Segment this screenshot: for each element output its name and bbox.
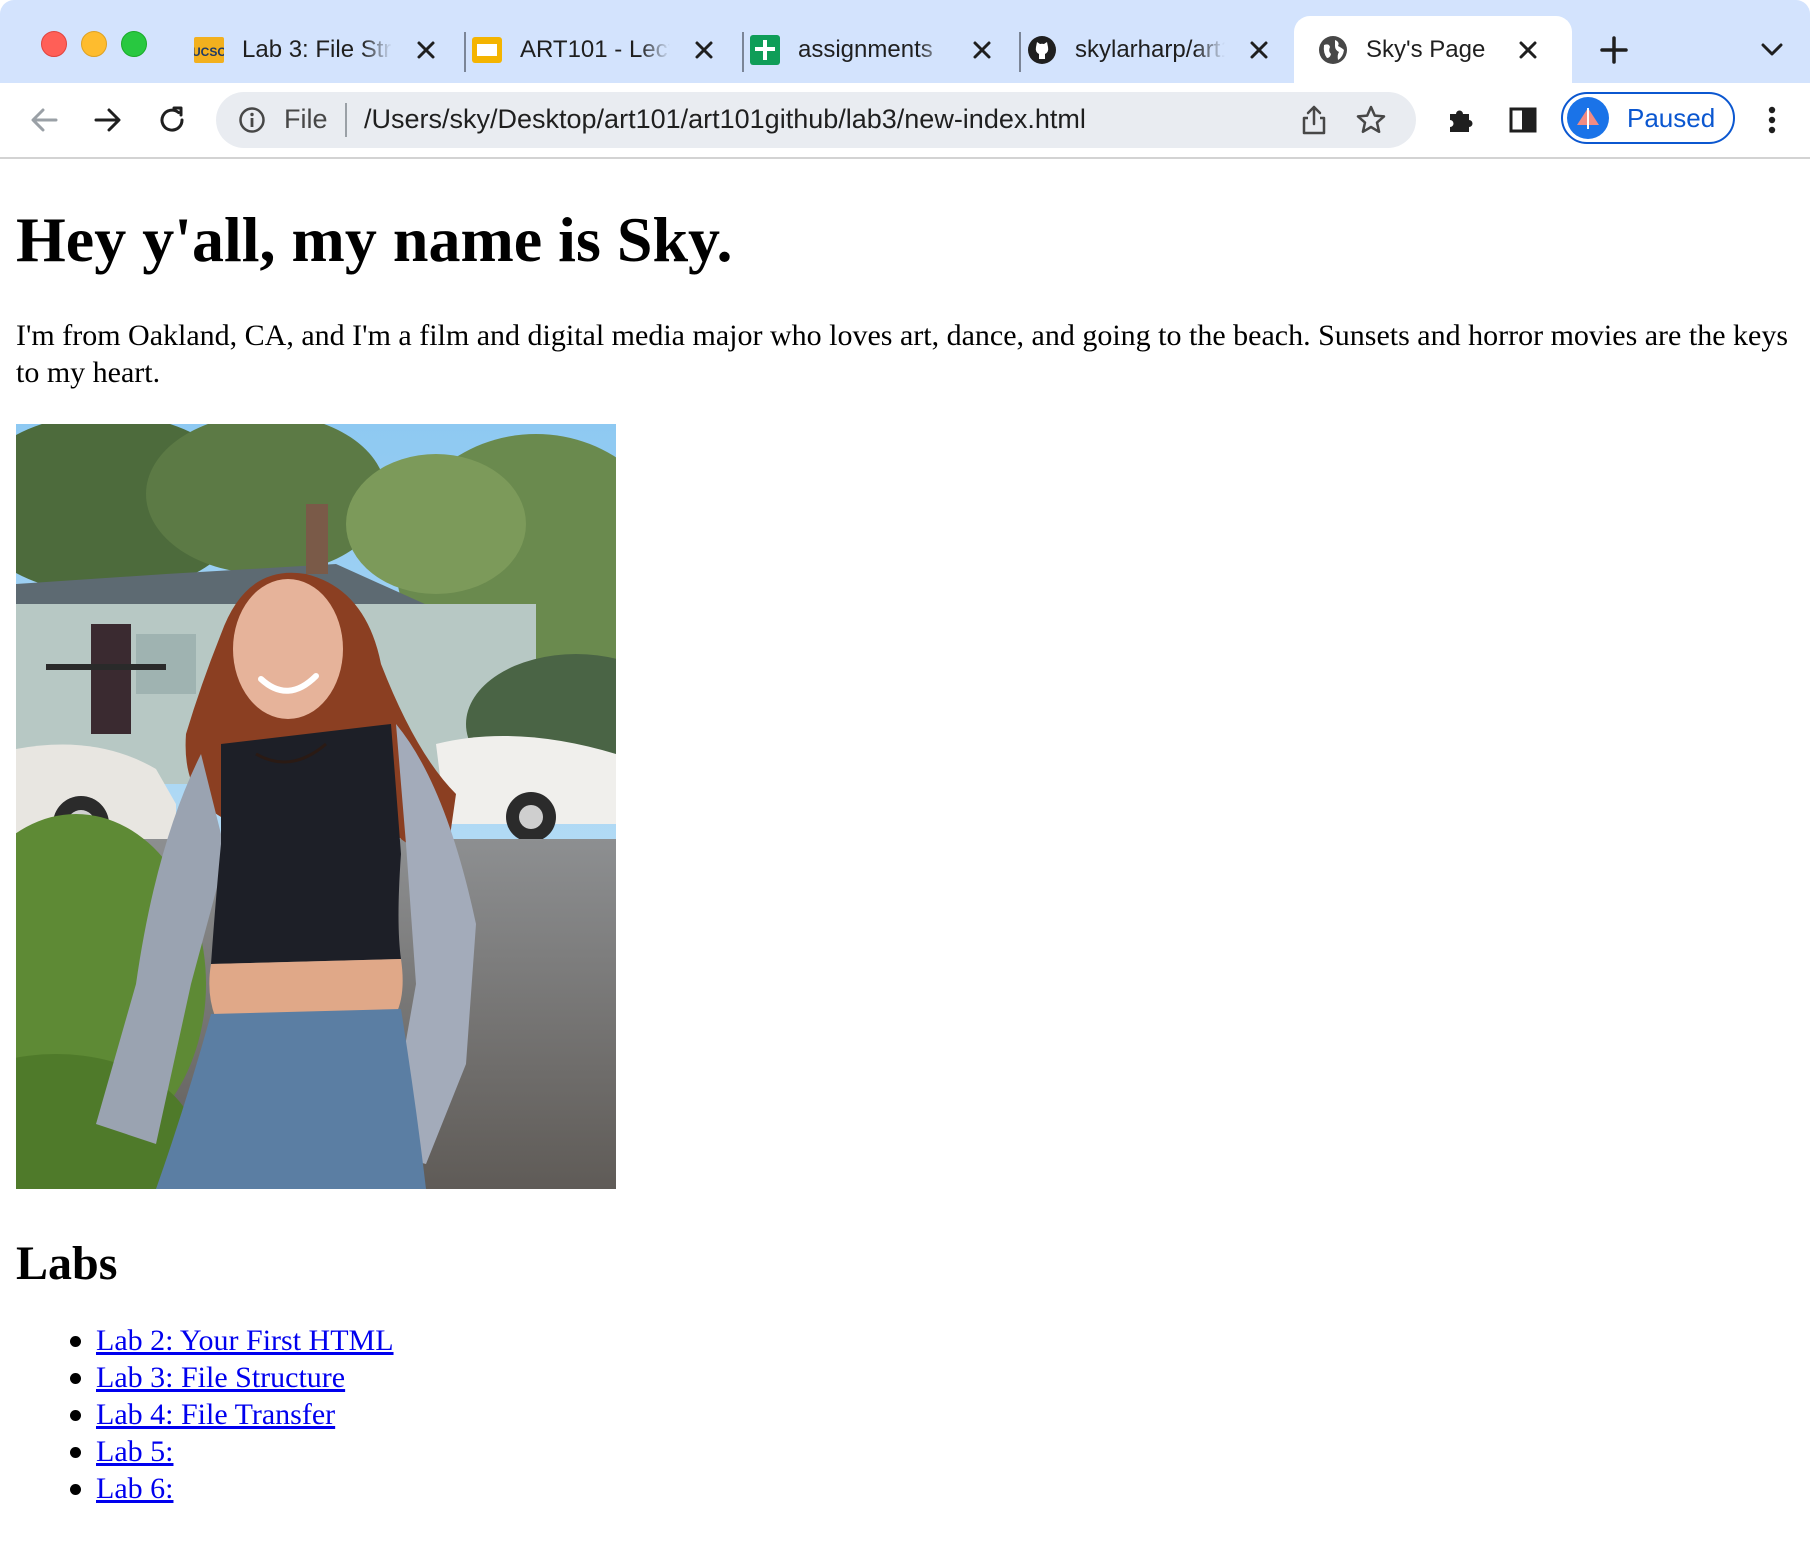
list-item: Lab 5:	[16, 1433, 394, 1470]
close-tab-icon[interactable]	[1516, 38, 1540, 62]
profile-photo	[16, 424, 616, 1189]
list-item: Lab 3: File Structure	[16, 1359, 394, 1396]
page-heading: Hey y'all, my name is Sky.	[16, 204, 733, 275]
google-slides-icon	[472, 35, 502, 65]
reload-icon[interactable]	[152, 100, 192, 140]
browser-toolbar: File /Users/sky/Desktop/art101/art101git…	[0, 83, 1810, 159]
share-icon[interactable]	[1299, 104, 1329, 136]
extensions-puzzle-icon[interactable]	[1440, 100, 1480, 140]
url-text[interactable]: /Users/sky/Desktop/art101/art101github/l…	[364, 104, 1086, 135]
tab-assignments[interactable]: assignments	[750, 16, 1012, 83]
forward-arrow-icon[interactable]	[88, 100, 128, 140]
lab-4-link[interactable]: Lab 4: File Transfer	[96, 1398, 335, 1431]
tab-title: Lab 3: File Structure	[242, 35, 392, 63]
list-item: Lab 6:	[16, 1470, 394, 1507]
bullet-icon	[70, 1373, 81, 1384]
tab-title: Sky's Page	[1366, 35, 1486, 63]
globe-icon	[1318, 35, 1348, 65]
side-panel-icon[interactable]	[1503, 100, 1543, 140]
avatar	[1567, 97, 1609, 139]
tab-separator	[1019, 32, 1021, 72]
bookmark-star-icon[interactable]	[1355, 104, 1387, 136]
close-tab-icon[interactable]	[970, 38, 994, 62]
lab-2-link[interactable]: Lab 2: Your First HTML	[96, 1324, 394, 1357]
close-tab-icon[interactable]	[692, 38, 716, 62]
profile-paused-button[interactable]: Paused	[1561, 92, 1735, 144]
lab-6-link[interactable]: Lab 6:	[96, 1472, 173, 1505]
tab-separator	[742, 32, 744, 72]
back-arrow-icon[interactable]	[24, 100, 64, 140]
bullet-icon	[70, 1484, 81, 1495]
close-tab-icon[interactable]	[414, 38, 438, 62]
bullet-icon	[70, 1447, 81, 1458]
tab-github-repo[interactable]: skylarharp/art101	[1027, 16, 1289, 83]
tab-strip: UCSC Lab 3: File Structure ART101 - Lect…	[0, 0, 1810, 83]
labs-list: Lab 2: Your First HTML Lab 3: File Struc…	[16, 1322, 394, 1507]
tab-title: skylarharp/art101	[1075, 35, 1225, 63]
tab-title: assignments	[798, 35, 933, 63]
close-tab-icon[interactable]	[1247, 38, 1271, 62]
tab-title: ART101 - Lecture	[520, 35, 670, 63]
tab-skys-page[interactable]: Sky's Page	[1294, 16, 1572, 83]
tab-art101-lecture[interactable]: ART101 - Lecture	[472, 16, 734, 83]
info-icon[interactable]	[238, 106, 266, 134]
labs-heading: Labs	[16, 1237, 118, 1290]
address-bar[interactable]: File /Users/sky/Desktop/art101/art101git…	[216, 92, 1416, 148]
tab-lab3-file-structure[interactable]: UCSC Lab 3: File Structure	[194, 16, 456, 83]
bullet-icon	[70, 1336, 81, 1347]
chevron-down-icon[interactable]	[1758, 38, 1786, 62]
ucsc-logo-icon: UCSC	[194, 35, 224, 65]
web-page: Hey y'all, my name is Sky. I'm from Oakl…	[0, 159, 1810, 1552]
tab-separator	[464, 32, 466, 72]
new-tab-icon[interactable]	[1598, 34, 1630, 66]
scheme-label: File	[284, 104, 328, 134]
list-item: Lab 4: File Transfer	[16, 1396, 394, 1433]
omnibox-divider	[345, 103, 347, 137]
bullet-icon	[70, 1410, 81, 1421]
close-window-button[interactable]	[41, 31, 67, 57]
zoom-window-button[interactable]	[121, 31, 147, 57]
github-icon	[1027, 35, 1057, 65]
lab-3-link[interactable]: Lab 3: File Structure	[96, 1361, 345, 1394]
google-sheets-icon	[750, 34, 780, 65]
svg-text:UCSC: UCSC	[194, 45, 224, 59]
profile-status-label: Paused	[1627, 102, 1716, 133]
intro-paragraph: I'm from Oakland, CA, and I'm a film and…	[16, 319, 1789, 389]
more-menu-icon[interactable]	[1752, 100, 1792, 140]
minimize-window-button[interactable]	[81, 31, 107, 57]
lab-5-link[interactable]: Lab 5:	[96, 1435, 173, 1468]
list-item: Lab 2: Your First HTML	[16, 1322, 394, 1359]
